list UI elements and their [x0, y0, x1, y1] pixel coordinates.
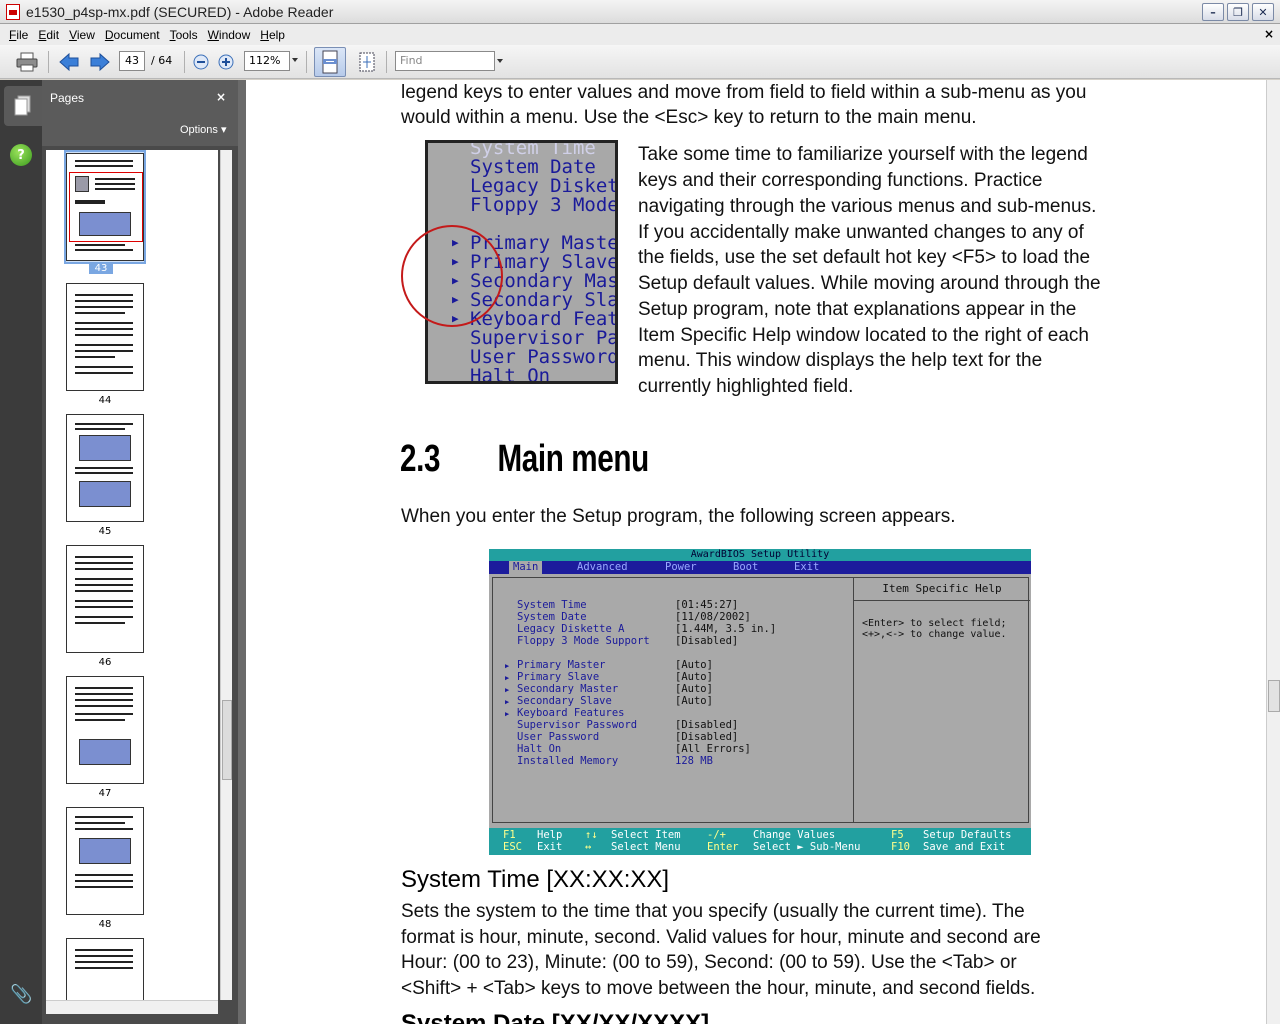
thumbnail-label-45: 45	[98, 526, 112, 537]
find-dropdown-icon[interactable]	[497, 59, 503, 63]
close-document-icon[interactable]: ×	[1264, 27, 1274, 41]
thumbnail-page-43[interactable]	[66, 153, 144, 261]
bios-screenshot: AwardBIOS Setup Utility Main Advanced Po…	[489, 549, 1031, 855]
fit-page-button[interactable]	[314, 47, 346, 77]
thumbnail-label-48: 48	[98, 919, 112, 930]
pages-panel-close-icon[interactable]: ×	[216, 90, 226, 104]
zoom-level-input[interactable]: 112%	[244, 51, 290, 71]
menu-window[interactable]: Window	[203, 28, 256, 42]
thumbnails-hscrollbar[interactable]	[46, 1000, 218, 1014]
thumbnail-page-44[interactable]	[66, 283, 144, 391]
section-heading: 2.3 Main menu	[400, 438, 649, 480]
thumbnail-label-43: 43	[89, 263, 113, 274]
minimize-button[interactable]: –	[1202, 3, 1224, 21]
thumbnail-page-46[interactable]	[66, 545, 144, 653]
document-scrollbar[interactable]	[1266, 80, 1280, 1024]
options-menu[interactable]: Options ▾	[180, 123, 227, 136]
fit-width-icon[interactable]	[356, 51, 378, 73]
pages-tab[interactable]	[4, 86, 42, 126]
page-total: / 64	[151, 54, 173, 67]
panel-splitter[interactable]	[238, 80, 246, 1024]
zoom-in-icon[interactable]	[217, 51, 235, 73]
toolbar: 43 / 64 112%	[0, 45, 1280, 79]
menu-help[interactable]: Help	[255, 28, 290, 42]
thumbnails-list: 43 44 45 46 47 48	[46, 150, 218, 1000]
thumbnail-label-47: 47	[98, 788, 112, 799]
restore-button[interactable]: ❐	[1227, 3, 1249, 21]
document-view: legend keys to enter values and move fro…	[246, 80, 1266, 1024]
window-title: e1530_p4sp-mx.pdf (SECURED) - Adobe Read…	[26, 3, 334, 20]
next-page-icon[interactable]	[89, 51, 111, 73]
menu-document[interactable]: Document	[100, 28, 165, 42]
menu-edit[interactable]: Edit	[33, 28, 64, 42]
menu-tools[interactable]: Tools	[165, 28, 203, 42]
thumbnail-page-45[interactable]	[66, 414, 144, 522]
menu-view[interactable]: View	[64, 28, 100, 42]
pages-panel-title: Pages	[50, 91, 85, 105]
intro-line-1: legend keys to enter values and move fro…	[401, 82, 1087, 103]
title-bar: e1530_p4sp-mx.pdf (SECURED) - Adobe Read…	[0, 0, 1280, 24]
find-input[interactable]: Find	[395, 51, 495, 71]
help-icon[interactable]: ?	[10, 144, 32, 166]
thumbnail-page-47[interactable]	[66, 676, 144, 784]
zoom-out-icon[interactable]	[192, 51, 210, 73]
thumbnail-page-49[interactable]	[66, 938, 144, 1000]
fit-page-icon	[322, 50, 338, 74]
zoom-dropdown-icon[interactable]	[292, 58, 298, 62]
previous-page-icon[interactable]	[58, 51, 80, 73]
section-intro: When you enter the Setup program, the fo…	[401, 506, 956, 527]
thumbnail-label-46: 46	[98, 657, 112, 668]
next-subsection-heading: System Date [XX/XX/XXXX]	[401, 1010, 710, 1024]
navigation-strip: ? 📎	[0, 80, 42, 1024]
adobe-reader-icon	[6, 3, 20, 20]
thumbnails-scrollbar[interactable]	[220, 150, 232, 1000]
print-icon[interactable]	[14, 51, 40, 73]
intro-line-2: would within a menu. Use the <Esc> key t…	[401, 107, 977, 128]
thumbnail-label-44: 44	[98, 395, 112, 406]
pages-icon	[14, 95, 31, 116]
attachments-icon[interactable]: 📎	[10, 984, 32, 1005]
thumbnail-page-48[interactable]	[66, 807, 144, 915]
highlight-circle	[401, 225, 503, 327]
pages-panel: Pages × Options ▾ 43 44 45 46 47 48	[42, 80, 238, 1024]
menu-bar: File Edit View Document Tools Window Hel…	[0, 24, 1280, 45]
close-button[interactable]: ✕	[1252, 3, 1274, 21]
subsection-heading: System Time [XX:XX:XX]	[401, 866, 670, 893]
menu-file[interactable]: File	[4, 28, 33, 42]
page-number-input[interactable]: 43	[119, 51, 145, 71]
pages-panel-header: Pages × Options ▾	[42, 80, 238, 146]
